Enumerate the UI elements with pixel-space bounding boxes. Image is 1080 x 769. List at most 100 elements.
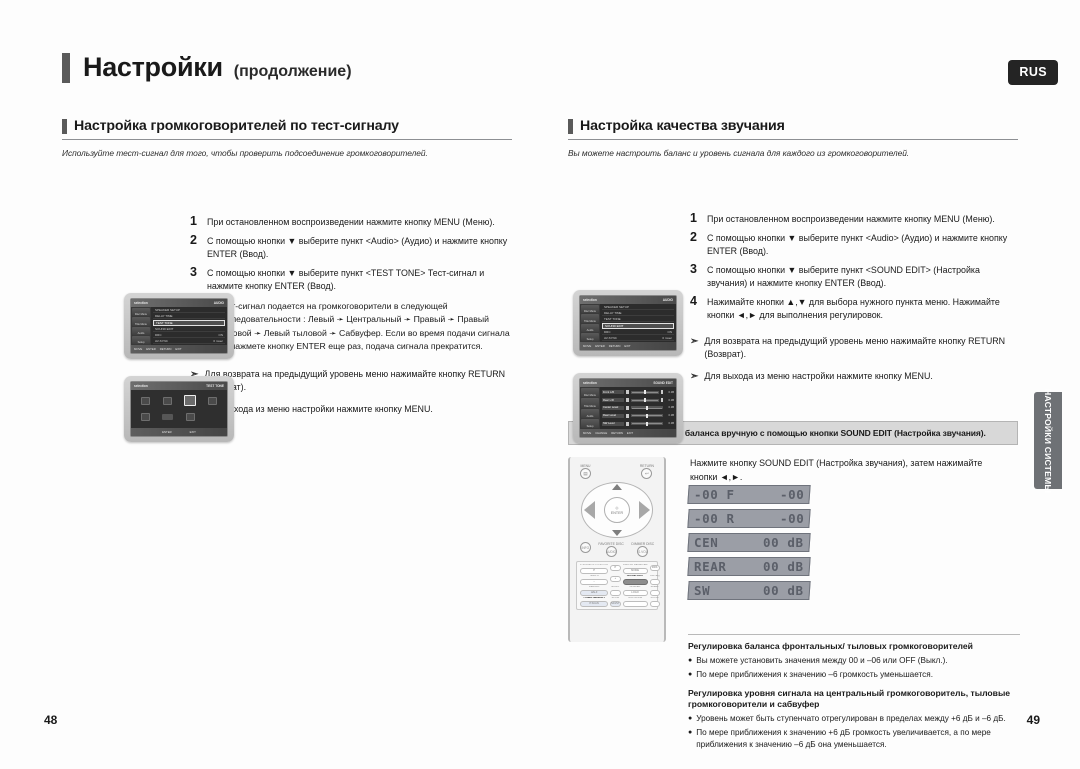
- right-section-intro: Вы можете настроить баланс и уровень сиг…: [568, 148, 910, 158]
- tv-sidebar: Disc Menu Title Menu Audio Setup: [131, 307, 151, 345]
- step-item: 4 Нажимайте кнопки ▲,▼ для выбора нужног…: [690, 294, 1018, 323]
- slider-value: 0 dB: [668, 390, 674, 394]
- slider-end-cap: [660, 390, 663, 395]
- tv-botbar-item: ENTER: [595, 344, 605, 348]
- remote-grid-button: SLEEP: [649, 586, 660, 596]
- sound-edit-row: Center Level 0 dB: [602, 405, 674, 412]
- slider-end-cap: [626, 421, 629, 426]
- remote-grid-button: +: [610, 575, 621, 584]
- step-item: 2 С помощью кнопки ▼ выберите пункт <Aud…: [190, 233, 512, 262]
- section-accent-bar: [62, 118, 67, 134]
- bullet-text: Тест-сигнал подается на громкоговорители…: [217, 300, 510, 352]
- remote-grid-toplabel: SOUND EDIT: [626, 575, 644, 578]
- right-note-item: ➣ Для возврата на предыдущий уровень мен…: [690, 335, 1018, 362]
- lcd-display-group: -00 F -00 -00 R -00 CEN 00 dB REAR 00 dB…: [687, 485, 811, 601]
- slider-track: [630, 390, 659, 395]
- remote-grid-button: TEMPO –: [580, 575, 609, 585]
- tv-sidebar-item: Disc Menu: [581, 305, 599, 314]
- remote-grid-toplabel: SUB MODE: [627, 597, 643, 600]
- tv-menu-row: DELAY TIME: [153, 314, 225, 320]
- tv-row-value: 0 msec: [662, 335, 672, 340]
- remote-return-label: RETURN: [639, 464, 654, 469]
- remote-grid-button: DSP/EQ: [649, 575, 660, 585]
- remote-grid-label: MODE: [622, 567, 648, 574]
- notes-item: ● Уровень может быть ступенчато отрегули…: [688, 713, 1020, 725]
- remote-grid-toplabel: DSP/EQ: [649, 575, 660, 578]
- tv-sidebar-item: Setup: [581, 332, 599, 341]
- title-accent-bar: [62, 52, 70, 83]
- side-tab-system-settings: НАСТРОЙКИ СИСТЕМЫ: [1034, 388, 1062, 493]
- note-text: Для выхода из меню настройки нажмите кно…: [704, 370, 933, 381]
- note-arrow-icon: ➣: [690, 335, 699, 347]
- note-text: Для возврата на предыдущий уровень меню …: [704, 335, 1006, 360]
- tv-menu-row-selected: SOUND EDIT: [602, 322, 674, 330]
- remote-btn-label: INFO: [579, 542, 591, 554]
- tv-topbar-right: AUDIO: [213, 301, 224, 305]
- tv-row-label: SPEAKER SETUP: [604, 305, 630, 310]
- right-steps-list: 1 При остановленном воспроизведении нажм…: [690, 211, 1018, 383]
- tv-sidebar-item: Setup: [132, 335, 150, 344]
- tv-botbar-item: ENTER: [146, 347, 156, 351]
- remote-enter-label: ENTER: [610, 510, 624, 515]
- slider-value: 0 dB: [668, 398, 674, 402]
- tv-botbar-item: MOVE: [583, 431, 592, 435]
- remote-grid-label: [610, 589, 621, 596]
- tv-sidebar-item: Title Menu: [581, 314, 599, 323]
- bullet-marker: ●: [688, 728, 693, 736]
- notes-heading: Регулировка баланса фронтальных/ тыловых…: [688, 641, 973, 652]
- remote-audio-button: FAVORITE DISC AUDIO: [598, 542, 624, 558]
- tv-inner-display: selection AUDIO Disc Menu Title Menu Aud…: [130, 298, 228, 354]
- step-number: 2: [190, 232, 197, 247]
- remote-grid-button: MD/DVD RECEIVER MODE: [622, 564, 648, 574]
- lcd-display-front-balance: -00 F -00: [687, 485, 811, 505]
- tv-topbar-left: selection: [583, 381, 597, 385]
- remote-grid-label: P.SCAN: [580, 600, 609, 607]
- remote-grid-toplabel: TEMPO: [589, 575, 599, 578]
- dpad-down-icon: [612, 530, 622, 537]
- slider-end-cap: [626, 390, 629, 395]
- display-intro-text: Нажмите кнопку SOUND EDIT (Настройка зву…: [690, 458, 983, 483]
- step-text: При остановленном воспроизведении нажмит…: [707, 214, 995, 224]
- note-text: Для возврата на предыдущий уровень меню …: [204, 368, 506, 393]
- step-text: При остановленном воспроизведении нажмит…: [207, 217, 495, 227]
- tv-topbar-right: SOUND EDIT: [653, 381, 673, 385]
- tv-inner-display: selection TEST TONE ENTER EXIT: [130, 381, 228, 437]
- tv-row-label: SOUND EDIT: [155, 326, 174, 331]
- sound-edit-detail-block: MENU ▤ RETURN ↩ ◎ ENTER INFO FAVORITE DI…: [568, 457, 1020, 757]
- speaker-rear-right-icon: [185, 413, 195, 422]
- tv-inner-display: selection SOUND EDIT Disc Menu Title Men…: [579, 378, 677, 438]
- remote-grid-button: REMAIN HALF: [580, 586, 609, 596]
- tv-botbar-item: MOVE: [583, 344, 592, 348]
- manual-page-spread: Настройки (продолжение) RUS НАСТРОЙКИ СИ…: [0, 0, 1080, 769]
- tv-botbar: MOVE ENTER RETURN EXIT: [580, 342, 676, 350]
- right-tv-screen-audio-menu: selection AUDIO Disc Menu Title Menu Aud…: [573, 290, 683, 356]
- tv-row-label: AV-SYNC: [604, 335, 617, 340]
- lcd-right-text: 00 dB: [763, 559, 804, 575]
- remote-grid-button: ECHO: [610, 586, 621, 596]
- step-number: 3: [690, 261, 697, 276]
- tv-sidebar-item: Title Menu: [132, 317, 150, 326]
- remote-grid-label: +: [610, 575, 621, 582]
- title-main-text: Настройки: [83, 52, 223, 82]
- tv-menu-row-selected: TEST TONE: [153, 319, 225, 327]
- tv-sidebar-item: Setup: [581, 418, 599, 428]
- remote-grid-toplabel: ECHO: [611, 586, 620, 589]
- remote-grid-button: P: [610, 564, 621, 573]
- slider-track: [630, 421, 663, 426]
- slider-end-cap: [626, 405, 629, 410]
- remote-grid-label: P: [580, 567, 609, 574]
- remote-grid-label: [649, 578, 660, 585]
- left-section-title: Настройка громкоговорителей по тест-сигн…: [74, 118, 399, 134]
- remote-menu-label: MENU: [580, 464, 591, 469]
- tv-sidebar-item: Audio: [581, 323, 599, 332]
- dpad-up-icon: [612, 484, 622, 491]
- tv-sidebar-item: Title Menu: [581, 398, 599, 408]
- tv-menu-row: AV-SYNC 0 msec: [602, 335, 674, 342]
- language-badge: RUS: [1008, 60, 1058, 85]
- page-title: Настройки (продолжение): [62, 52, 352, 83]
- tv-row-label: AV-SYNC: [155, 338, 168, 343]
- tv-row-label: DELAY TIME: [155, 314, 173, 319]
- step-number: 1: [190, 214, 197, 228]
- dpad-right-icon: [639, 501, 650, 520]
- tv-inner-display: selection AUDIO Disc Menu Title Menu Aud…: [579, 295, 677, 351]
